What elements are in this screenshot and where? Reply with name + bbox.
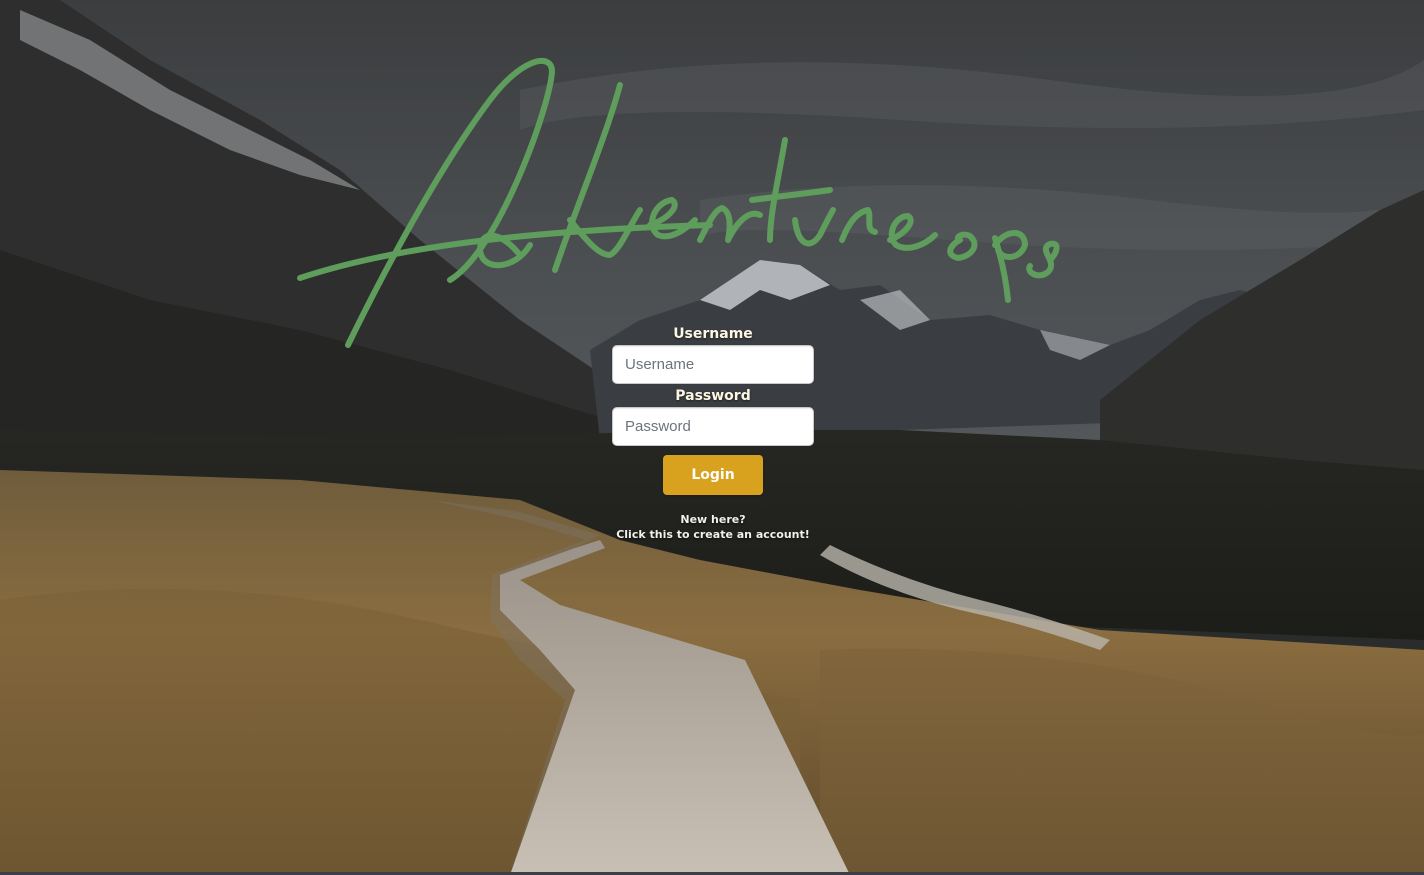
create-account-link[interactable]: New here? Click this to create an accoun…	[616, 512, 810, 542]
signup-line-2: Click this to create an account!	[616, 528, 810, 541]
login-button[interactable]: Login	[663, 455, 763, 495]
signup-line-1: New here?	[680, 513, 746, 526]
adventureops-logo	[297, 57, 1060, 348]
username-input[interactable]	[612, 345, 814, 384]
password-label: Password	[675, 388, 751, 404]
login-form: Username Password Login New here? Click …	[612, 325, 814, 542]
username-label: Username	[673, 326, 753, 342]
password-input[interactable]	[612, 407, 814, 446]
